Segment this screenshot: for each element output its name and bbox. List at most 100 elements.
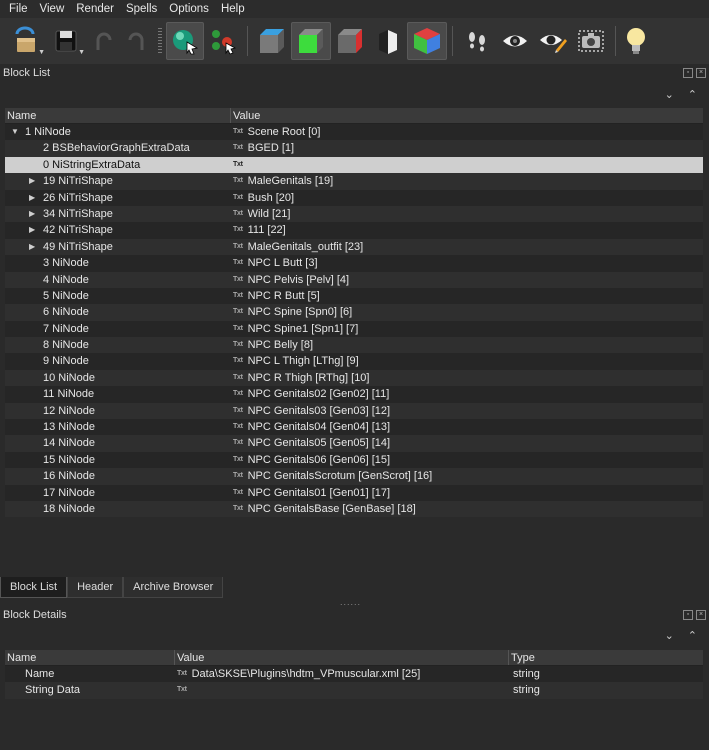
- text-type-icon: Txt: [233, 423, 243, 431]
- menu-options[interactable]: Options: [163, 0, 215, 18]
- open-button[interactable]: ▼: [6, 22, 46, 60]
- expand-arrow-right-icon[interactable]: ▶: [29, 190, 35, 206]
- tree-row-name-cell: 9 NiNode: [5, 353, 231, 369]
- column-header-name[interactable]: Name: [5, 650, 175, 665]
- expand-arrow-right-icon[interactable]: ▶: [29, 222, 35, 238]
- open-icon: [15, 26, 35, 52]
- block-details-table[interactable]: Name Value Type Name Txt Data\SKSE\Plugins…: [5, 650, 703, 699]
- float-panel-icon[interactable]: ▫: [683, 610, 693, 620]
- tree-row-name: 11 NiNode: [43, 388, 95, 401]
- tree-row[interactable]: ▶ 26 NiTriShape Txt Bush [20]: [5, 189, 703, 206]
- tree-row[interactable]: ▶ 34 NiTriShape Txt Wild [21]: [5, 205, 703, 223]
- tree-row[interactable]: 6 NiNode Txt NPC Spine [Spn0] [6]: [5, 304, 703, 321]
- tree-row[interactable]: 18 NiNode Txt NPC GenitalsBase [GenBase] […: [5, 500, 703, 518]
- undo-icon: [96, 32, 112, 50]
- undo-button[interactable]: [86, 22, 120, 60]
- detail-row-type: string: [513, 684, 540, 697]
- walk-button[interactable]: [458, 22, 496, 60]
- tree-row[interactable]: 2 BSBehaviorGraphExtraData Txt BGED [1]: [5, 140, 703, 157]
- block-details-panel-header: Block Details ▫ ×: [0, 605, 709, 625]
- sphere-cursor-icon: [173, 30, 199, 55]
- detail-row-type: string: [513, 668, 540, 680]
- tree-row[interactable]: ▶ 19 NiTriShape Txt MaleGenitals [19]: [5, 173, 703, 190]
- tree-row[interactable]: 13 NiNode Txt NPC Genitals04 [Gen04] [13]: [5, 419, 703, 436]
- tree-row[interactable]: 16 NiNode Txt NPC GenitalsScrotum [GenScro…: [5, 468, 703, 485]
- tree-row-value-cell: Txt Scene Root [0]: [231, 124, 703, 140]
- edit-view-button[interactable]: [534, 22, 572, 60]
- expand-up-icon[interactable]: ⌃: [688, 88, 697, 101]
- close-panel-icon[interactable]: ×: [696, 68, 706, 78]
- expand-arrow-right-icon[interactable]: ▶: [29, 206, 35, 222]
- tree-row[interactable]: 15 NiNode Txt NPC Genitals06 [Gen06] [15]: [5, 451, 703, 469]
- menu-spells[interactable]: Spells: [120, 0, 163, 18]
- tree-row[interactable]: 12 NiNode Txt NPC Genitals03 [Gen03] [12]: [5, 402, 703, 420]
- tab-header[interactable]: Header: [67, 577, 124, 598]
- tree-row-name: 7 NiNode: [43, 322, 89, 335]
- block-details-header-row: Name Value Type: [5, 650, 703, 666]
- menu-help[interactable]: Help: [215, 0, 251, 18]
- float-panel-icon[interactable]: ▫: [683, 68, 693, 78]
- redo-button[interactable]: [120, 22, 154, 60]
- tree-row[interactable]: 7 NiNode Txt NPC Spine1 [Spn1] [7]: [5, 320, 703, 338]
- tab-block-list[interactable]: Block List: [0, 577, 68, 598]
- tree-row[interactable]: 8 NiNode Txt NPC Belly [8]: [5, 337, 703, 354]
- redo-icon: [128, 32, 144, 50]
- tree-row[interactable]: 5 NiNode Txt NPC R Butt [5]: [5, 287, 703, 305]
- screenshot-button[interactable]: [572, 22, 610, 60]
- close-panel-icon[interactable]: ×: [696, 610, 706, 620]
- column-header-value[interactable]: Value: [175, 650, 509, 665]
- detail-row[interactable]: Name Txt Data\SKSE\Plugins\hdtm_VPmuscular…: [5, 666, 703, 683]
- menu-view[interactable]: View: [34, 0, 71, 18]
- menu-render[interactable]: Render: [70, 0, 120, 18]
- tree-row[interactable]: 14 NiNode Txt NPC Genitals05 [Gen05] [14]: [5, 435, 703, 452]
- tree-row-name: 10 NiNode: [43, 371, 95, 384]
- tree-row[interactable]: 9 NiNode Txt NPC L Thigh [LThg] [9]: [5, 353, 703, 370]
- expand-arrow-right-icon[interactable]: ▶: [29, 239, 35, 255]
- view-button[interactable]: [496, 22, 534, 60]
- view-front-button[interactable]: [291, 22, 331, 60]
- tree-row-value: NPC Spine [Spn0] [6]: [247, 306, 353, 319]
- view-user-button[interactable]: [369, 22, 407, 60]
- column-header-value[interactable]: Value: [231, 108, 703, 123]
- tree-row[interactable]: ▶ 49 NiTriShape Txt MaleGenitals_outfit [23…: [5, 238, 703, 256]
- expand-arrow-right-icon[interactable]: ▶: [29, 173, 35, 189]
- tree-row[interactable]: 17 NiNode Txt NPC Genitals01 [Gen01] [17]: [5, 484, 703, 501]
- text-type-icon: Txt: [177, 686, 187, 694]
- tree-row[interactable]: 11 NiNode Txt NPC Genitals02 [Gen02] [11]: [5, 386, 703, 403]
- tree-row-name: 42 NiTriShape: [43, 224, 113, 237]
- tree-row[interactable]: 3 NiNode Txt NPC L Butt [3]: [5, 255, 703, 272]
- tree-row[interactable]: 4 NiNode Txt NPC Pelvis [Pelv] [4]: [5, 271, 703, 288]
- tab-archive-browser[interactable]: Archive Browser: [123, 577, 224, 598]
- tree-row[interactable]: ▼ 1 NiNode Txt Scene Root [0]: [5, 124, 703, 141]
- select-mode-button[interactable]: [166, 22, 204, 60]
- tree-row-name-cell: 10 NiNode: [5, 370, 231, 386]
- save-button[interactable]: ▼: [46, 22, 86, 60]
- tree-row[interactable]: 10 NiNode Txt NPC R Thigh [RThg] [10]: [5, 369, 703, 387]
- lighting-button[interactable]: [621, 22, 651, 60]
- text-type-icon: Txt: [233, 341, 243, 349]
- view-color-button[interactable]: [407, 22, 447, 60]
- detail-row-name: Name: [25, 668, 55, 680]
- tree-row-value: Scene Root [0]: [247, 126, 321, 138]
- tree-row-value-cell: Txt NPC GenitalsBase [GenBase] [18]: [231, 501, 703, 517]
- column-header-type[interactable]: Type: [509, 650, 703, 665]
- select-nodes-button[interactable]: [204, 22, 242, 60]
- detail-row-value-cell: Txt: [175, 682, 509, 698]
- expand-up-icon[interactable]: ⌃: [688, 629, 697, 642]
- view-side-button[interactable]: [331, 22, 369, 60]
- tree-row-value: NPC Genitals02 [Gen02] [11]: [247, 388, 390, 401]
- tree-row-value-cell: Txt NPC Belly [8]: [231, 337, 703, 353]
- block-list-tree[interactable]: Name Value ▼ 1 NiNode Txt Scene Root [0] 2 B…: [5, 108, 703, 518]
- toolbar-grip[interactable]: [158, 28, 162, 54]
- tree-row[interactable]: 0 NiStringExtraData Txt: [5, 156, 703, 174]
- detail-row[interactable]: String Data Txt string: [5, 682, 703, 699]
- view-top-button[interactable]: [253, 22, 291, 60]
- tree-row[interactable]: ▶ 42 NiTriShape Txt 111 [22]: [5, 222, 703, 239]
- menu-file[interactable]: File: [3, 0, 34, 18]
- collapse-down-icon[interactable]: ⌄: [665, 629, 674, 642]
- column-header-name[interactable]: Name: [5, 108, 231, 123]
- expand-arrow-down-icon[interactable]: ▼: [11, 124, 19, 140]
- collapse-down-icon[interactable]: ⌄: [665, 88, 674, 101]
- text-type-icon: Txt: [233, 259, 243, 267]
- tree-row-name: 6 NiNode: [43, 306, 89, 319]
